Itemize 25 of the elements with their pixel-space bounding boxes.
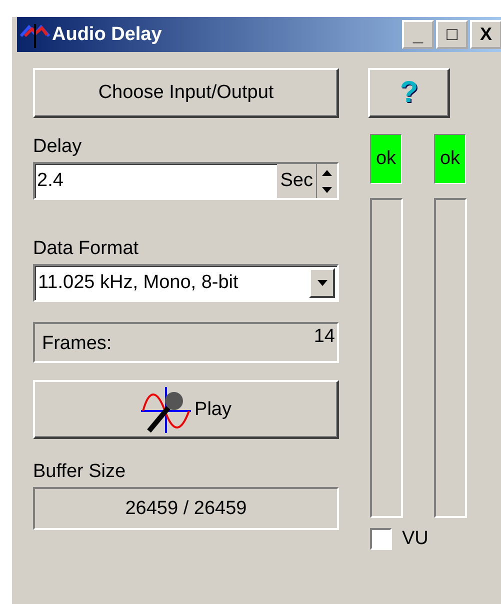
up-arrow-icon[interactable] (322, 170, 332, 176)
delay-label: Delay (33, 136, 83, 159)
spinner-control[interactable] (316, 164, 337, 198)
vu-checkbox[interactable] (370, 528, 392, 550)
status-indicator: ok (370, 134, 402, 184)
delay-field[interactable]: 2.4 Sec (33, 162, 339, 200)
app-icon (20, 22, 50, 48)
down-arrow-icon[interactable] (322, 186, 332, 192)
maximize-button[interactable]: □ (436, 20, 468, 49)
frames-value: 14 (314, 326, 335, 348)
buffer-size-value: 26459 / 26459 (33, 487, 339, 530)
data-format-dropdown[interactable]: 11.025 kHz, Mono, 8-bit (33, 264, 339, 302)
choose-input-output-button[interactable]: Choose Input/Output (33, 68, 339, 118)
status-indicator: ok (434, 134, 466, 184)
unit-label: Sec (277, 164, 316, 198)
waveform-microphone-icon (140, 386, 191, 432)
delay-input[interactable]: 2.4 (35, 170, 278, 192)
data-format-label: Data Format (33, 238, 140, 261)
play-button[interactable]: Play (33, 380, 339, 439)
minimize-button[interactable]: _ (402, 20, 434, 49)
vu-label: VU (402, 528, 428, 550)
buffer-size-label: Buffer Size (33, 461, 127, 484)
frames-label: Frames: (42, 333, 112, 355)
close-button[interactable]: X (470, 20, 501, 49)
window-title: Audio Delay (52, 24, 163, 46)
